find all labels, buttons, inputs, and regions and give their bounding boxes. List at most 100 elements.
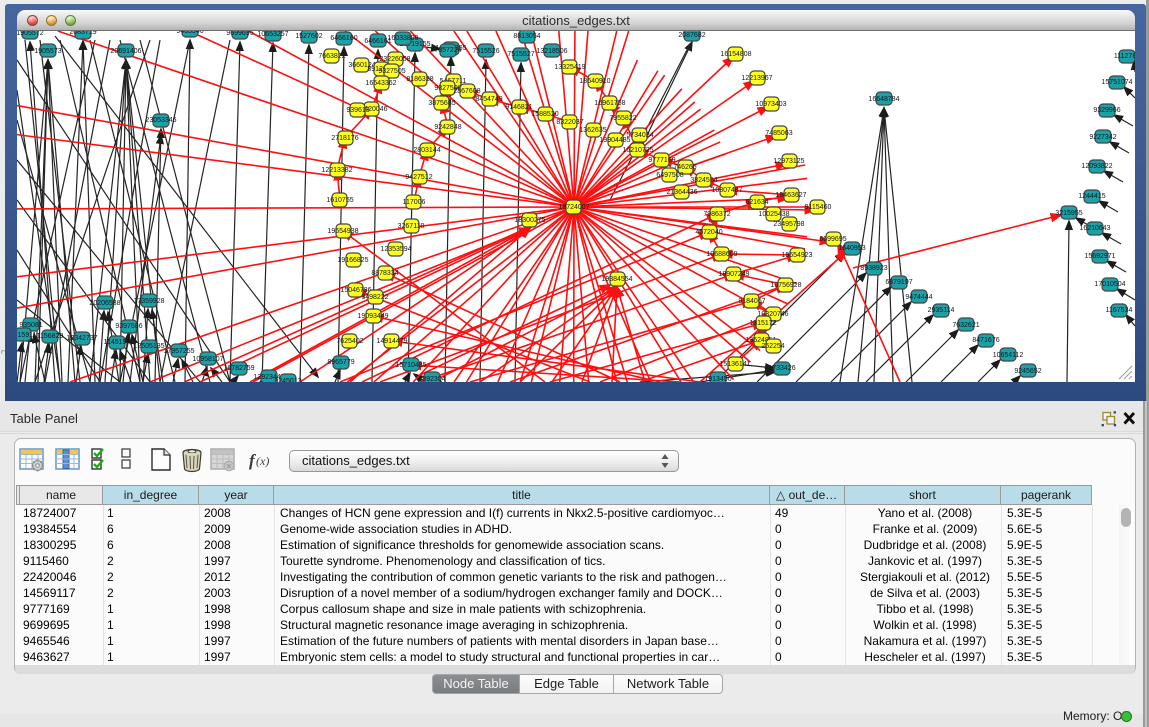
svg-text:9474444: 9474444 <box>905 294 932 301</box>
svg-text:15710485: 15710485 <box>395 362 426 369</box>
svg-text:1112781: 1112781 <box>1114 53 1135 60</box>
svg-text:9699695: 9699695 <box>226 31 253 37</box>
svg-text:16033809: 16033809 <box>387 35 418 42</box>
svg-text:15046786: 15046786 <box>340 287 371 294</box>
svg-text:252254: 252254 <box>761 343 784 350</box>
svg-text:16154808: 16154808 <box>720 51 751 58</box>
svg-text:(x): (x) <box>256 454 269 468</box>
svg-text:1913450: 1913450 <box>704 376 731 382</box>
svg-text:12505135: 12505135 <box>133 343 164 350</box>
svg-text:10688609: 10688609 <box>706 251 737 258</box>
svg-text:2803144: 2803144 <box>413 147 440 154</box>
svg-text:13218506: 13218506 <box>536 48 567 55</box>
svg-text:23495798: 23495798 <box>773 221 804 228</box>
svg-text:2935114: 2935114 <box>928 307 955 314</box>
svg-text:16782759: 16782759 <box>223 365 254 372</box>
svg-text:19384554: 19384554 <box>601 276 632 283</box>
svg-text:12342737: 12342737 <box>66 335 97 342</box>
svg-text:9115460: 9115460 <box>805 204 832 211</box>
svg-text:12213967: 12213967 <box>741 75 772 82</box>
svg-text:12353594: 12353594 <box>380 246 411 253</box>
svg-text:9245013: 9245013 <box>274 378 301 382</box>
svg-text:8186328: 8186328 <box>406 76 433 83</box>
svg-text:16543362: 16543362 <box>365 80 396 87</box>
svg-text:13325419: 13325419 <box>554 64 585 71</box>
svg-text:4572040: 4572040 <box>695 229 722 236</box>
svg-text:1145194: 1145194 <box>104 339 131 346</box>
svg-text:15136141: 15136141 <box>719 361 750 368</box>
svg-text:621634: 621634 <box>745 199 768 206</box>
svg-text:9777169: 9777169 <box>648 157 675 164</box>
svg-text:117006: 117006 <box>403 199 426 206</box>
svg-text:1527602: 1527602 <box>295 33 322 40</box>
svg-text:20691406: 20691406 <box>110 48 141 55</box>
svg-text:8938923: 8938923 <box>860 265 887 272</box>
svg-text:9242848: 9242848 <box>434 124 461 131</box>
svg-text:6497508: 6497508 <box>656 172 683 179</box>
svg-text:21364436: 21364436 <box>666 189 697 196</box>
svg-text:1156829: 1156829 <box>37 333 64 340</box>
svg-text:16210725: 16210725 <box>622 147 653 154</box>
svg-text:7857224: 7857224 <box>434 47 461 54</box>
svg-text:3875685: 3875685 <box>428 100 455 107</box>
svg-text:1362635: 1362635 <box>579 127 606 134</box>
svg-text:20206538: 20206538 <box>89 300 120 307</box>
svg-text:7485063: 7485063 <box>765 130 792 137</box>
svg-text:18300275: 18300275 <box>514 217 545 224</box>
svg-text:9327505: 9327505 <box>378 68 405 75</box>
svg-text:1640953: 1640953 <box>838 245 865 252</box>
svg-text:8322037: 8322037 <box>556 119 583 126</box>
svg-text:6879197: 6879197 <box>885 279 912 286</box>
svg-text:10958107: 10958107 <box>192 356 223 363</box>
svg-text:9465546: 9465546 <box>176 31 203 35</box>
svg-text:17957255: 17957255 <box>163 348 194 355</box>
svg-text:10653257: 10653257 <box>257 31 288 38</box>
svg-text:1244415: 1244415 <box>1078 193 1105 200</box>
svg-text:12093822: 12093822 <box>1081 163 1112 170</box>
svg-text:10807487: 10807487 <box>711 187 742 194</box>
svg-text:16210643: 16210643 <box>1079 225 1110 232</box>
svg-text:19166825: 19166825 <box>337 257 368 264</box>
svg-text:9146821: 9146821 <box>505 104 532 111</box>
svg-text:9397586: 9397586 <box>115 323 142 330</box>
svg-text:7632621: 7632621 <box>952 322 979 329</box>
svg-text:18907249: 18907249 <box>718 271 749 278</box>
svg-text:2087682: 2087682 <box>678 32 705 39</box>
svg-text:3267110: 3267110 <box>398 223 425 230</box>
svg-text:17359928: 17359928 <box>133 298 164 305</box>
svg-text:7625402: 7625402 <box>336 338 363 345</box>
svg-text:1905573: 1905573 <box>34 48 61 55</box>
svg-text:12973125: 12973125 <box>773 158 804 165</box>
svg-text:3915911: 3915911 <box>17 332 36 339</box>
svg-text:1892304: 1892304 <box>418 376 445 382</box>
svg-text:16961758: 16961758 <box>594 100 625 107</box>
svg-text:9245652: 9245652 <box>1014 368 1041 375</box>
svg-text:7515527: 7515527 <box>507 51 534 58</box>
svg-text:1167534: 1167534 <box>1106 307 1133 314</box>
svg-text:23226058: 23226058 <box>379 56 410 63</box>
svg-text:9227342: 9227342 <box>1089 134 1116 141</box>
svg-text:7663822: 7663822 <box>318 53 345 60</box>
svg-text:23053346: 23053346 <box>145 117 176 124</box>
svg-text:19654923: 19654923 <box>781 252 812 259</box>
svg-text:9329966: 9329966 <box>1093 107 1120 114</box>
svg-text:19463627: 19463627 <box>775 192 806 199</box>
svg-text:8878334: 8878334 <box>371 270 398 277</box>
svg-text:9427512: 9427512 <box>405 174 432 181</box>
svg-text:1815172: 1815172 <box>749 320 776 327</box>
svg-text:2867608: 2867608 <box>453 88 480 95</box>
svg-text:1610755: 1610755 <box>326 197 353 204</box>
svg-text:8454749: 8454749 <box>475 96 502 103</box>
svg-text:8965779: 8965779 <box>327 359 354 366</box>
svg-text:10654112: 10654112 <box>993 352 1024 359</box>
svg-text:10973403: 10973403 <box>755 101 786 108</box>
svg-text:10756928: 10756928 <box>770 282 801 289</box>
svg-text:1905572: 1905572 <box>17 31 44 37</box>
svg-text:7955822: 7955822 <box>609 115 636 122</box>
svg-text:6699695: 6699695 <box>819 236 846 243</box>
svg-text:3824554: 3824554 <box>690 177 717 184</box>
svg-text:14914479: 14914479 <box>376 338 407 345</box>
svg-text:939613: 939613 <box>346 107 369 114</box>
svg-text:6466160: 6466160 <box>330 35 357 42</box>
svg-text:15692971: 15692971 <box>1084 253 1115 260</box>
